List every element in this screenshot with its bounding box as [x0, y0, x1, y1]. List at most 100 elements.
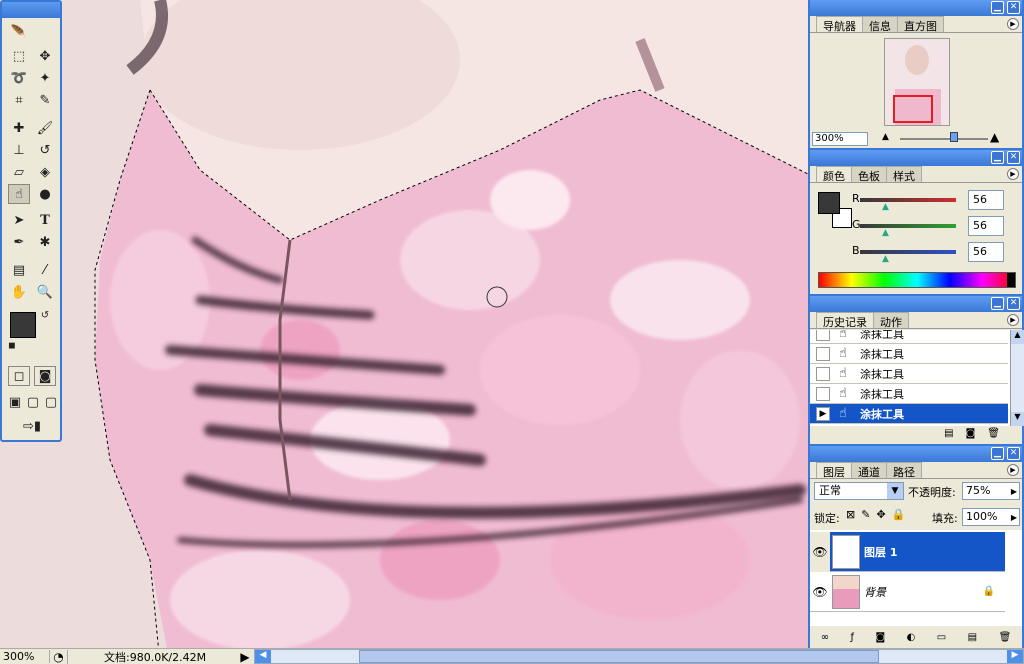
horizontal-scrollbar[interactable]: ◀ ▶: [254, 649, 1024, 664]
panel-menu-icon[interactable]: ▶: [1007, 18, 1019, 30]
view-box[interactable]: [893, 95, 933, 123]
lasso-tool-icon[interactable]: ➰: [8, 68, 30, 88]
tab-paths[interactable]: 路径: [886, 462, 922, 479]
tab-actions[interactable]: 动作: [873, 312, 909, 329]
chevron-down-icon[interactable]: ▼: [887, 483, 903, 499]
layer-name[interactable]: 图层 1: [864, 544, 897, 560]
history-titlebar[interactable]: ▁ ✕: [810, 296, 1022, 312]
paint-bucket-icon[interactable]: ◈: [34, 162, 56, 182]
minimize-icon[interactable]: ▁: [991, 297, 1004, 310]
zoom-tool-icon[interactable]: 🔍: [34, 282, 56, 302]
eraser-tool-icon[interactable]: ▱: [8, 162, 30, 182]
foreground-color-swatch[interactable]: [10, 312, 36, 338]
magic-wand-icon[interactable]: ✦: [34, 68, 56, 88]
status-menu-arrow-icon[interactable]: ▶: [238, 650, 252, 664]
scroll-down-icon[interactable]: ▼: [1011, 412, 1024, 426]
tab-styles[interactable]: 样式: [886, 166, 922, 183]
blend-mode-select[interactable]: 正常 ▼: [814, 482, 904, 500]
minimize-icon[interactable]: ▁: [991, 151, 1004, 164]
eye-icon[interactable]: 👁: [810, 531, 830, 572]
eye-icon[interactable]: 👁: [810, 585, 830, 599]
channel-g-thumb[interactable]: ▲: [882, 228, 889, 238]
zoom-in-icon[interactable]: ▲: [990, 130, 999, 144]
navigator-thumbnail[interactable]: [884, 38, 950, 126]
tab-layers[interactable]: 图层: [816, 462, 852, 479]
lock-all-icon[interactable]: 🔒: [892, 508, 906, 521]
healing-brush-icon[interactable]: ✚: [8, 118, 30, 138]
zoom-slider-thumb[interactable]: [950, 132, 958, 142]
zoom-out-icon[interactable]: ▲: [882, 132, 889, 142]
slice-tool-icon[interactable]: ✎: [34, 90, 56, 110]
shape-tool-icon[interactable]: ✱: [34, 232, 56, 252]
scroll-left-icon[interactable]: ◀: [255, 650, 271, 663]
navigator-zoom-field[interactable]: 300%: [812, 132, 868, 146]
history-state-marker[interactable]: ▶: [816, 406, 830, 421]
close-icon[interactable]: ✕: [1007, 447, 1020, 460]
history-scrollbar[interactable]: ▲ ▼: [1010, 330, 1024, 426]
history-item[interactable]: ☝ 涂抹工具: [810, 364, 1008, 384]
dodge-tool-icon[interactable]: ●: [34, 184, 56, 204]
trash-icon[interactable]: 🗑: [987, 428, 1000, 442]
channel-b-thumb[interactable]: ▲: [882, 254, 889, 264]
crop-tool-icon[interactable]: ⌗: [8, 90, 30, 110]
channel-g-slider[interactable]: [860, 224, 956, 228]
clone-stamp-icon[interactable]: ⊥: [8, 140, 30, 160]
trash-icon[interactable]: 🗑: [999, 632, 1012, 648]
ramp-black[interactable]: [1007, 273, 1015, 287]
panel-menu-icon[interactable]: ▶: [1007, 168, 1019, 180]
standard-mode-icon[interactable]: ◻: [8, 366, 30, 386]
swap-colors-icon[interactable]: ↺: [38, 308, 52, 322]
status-clock-icon[interactable]: ◔: [50, 649, 68, 664]
scroll-up-icon[interactable]: ▲: [1011, 330, 1024, 344]
history-item[interactable]: ☝ 涂抹工具: [810, 330, 1008, 344]
move-tool-icon[interactable]: ✥: [34, 46, 56, 66]
toolbox-titlebar[interactable]: [2, 2, 60, 18]
default-colors-icon[interactable]: ◼: [6, 340, 18, 352]
snapshot-checkbox[interactable]: [816, 330, 830, 341]
screen-mode-1-icon[interactable]: ▣: [6, 392, 24, 412]
layer-style-icon[interactable]: ƒ: [851, 632, 855, 648]
zoom-slider-track[interactable]: [900, 138, 988, 140]
new-document-icon[interactable]: ▤: [944, 428, 953, 442]
snapshot-checkbox[interactable]: [816, 366, 830, 381]
lock-transparency-icon[interactable]: ⊠: [846, 508, 855, 521]
pen-tool-icon[interactable]: ✒: [8, 232, 30, 252]
minimize-icon[interactable]: ▁: [991, 1, 1004, 14]
link-icon[interactable]: ∞: [821, 632, 829, 648]
adjustment-layer-icon[interactable]: ◐: [907, 632, 916, 648]
history-item-selected[interactable]: ▶ ☝ 涂抹工具: [810, 404, 1008, 424]
new-snapshot-icon[interactable]: ◙: [966, 428, 976, 442]
opacity-field[interactable]: 75% ▶: [962, 482, 1020, 500]
snapshot-checkbox[interactable]: [816, 386, 830, 401]
tab-channels[interactable]: 通道: [851, 462, 887, 479]
hand-tool-icon[interactable]: ✋: [8, 282, 30, 302]
jump-to-imageready-icon[interactable]: ⇨▮: [8, 416, 56, 436]
panel-menu-icon[interactable]: ▶: [1007, 464, 1019, 476]
type-tool-icon[interactable]: T: [34, 210, 56, 230]
eyedropper-icon[interactable]: ⁄: [34, 260, 56, 280]
tab-swatches[interactable]: 色板: [851, 166, 887, 183]
snapshot-checkbox[interactable]: [816, 346, 830, 361]
channel-g-input[interactable]: 56: [968, 216, 1004, 236]
quickmask-mode-icon[interactable]: ◙: [34, 366, 56, 386]
notes-tool-icon[interactable]: ▤: [8, 260, 30, 280]
layer-name[interactable]: 背景: [864, 584, 983, 600]
channel-r-input[interactable]: 56: [968, 190, 1004, 210]
tab-navigator[interactable]: 导航器: [816, 16, 863, 33]
fill-arrow-icon[interactable]: ▶: [1011, 510, 1017, 526]
screen-mode-3-icon[interactable]: ▢: [42, 392, 60, 412]
new-group-icon[interactable]: ▭: [937, 632, 946, 648]
fg-swatch[interactable]: [818, 192, 840, 214]
tab-history[interactable]: 历史记录: [816, 312, 874, 329]
lock-position-icon[interactable]: ✥: [876, 508, 885, 521]
status-zoom[interactable]: 300%: [0, 650, 50, 663]
smudge-tool-icon[interactable]: ☝: [8, 184, 30, 204]
feather-logo-icon[interactable]: 🪶: [8, 22, 30, 42]
fill-field[interactable]: 100% ▶: [962, 508, 1020, 526]
channel-b-slider[interactable]: [860, 250, 956, 254]
brush-tool-icon[interactable]: 🖌: [34, 118, 56, 138]
color-titlebar[interactable]: ▁ ✕: [810, 150, 1022, 166]
scroll-right-icon[interactable]: ▶: [1007, 650, 1023, 663]
path-selection-icon[interactable]: ➤: [8, 210, 30, 230]
tab-info[interactable]: 信息: [862, 16, 898, 33]
